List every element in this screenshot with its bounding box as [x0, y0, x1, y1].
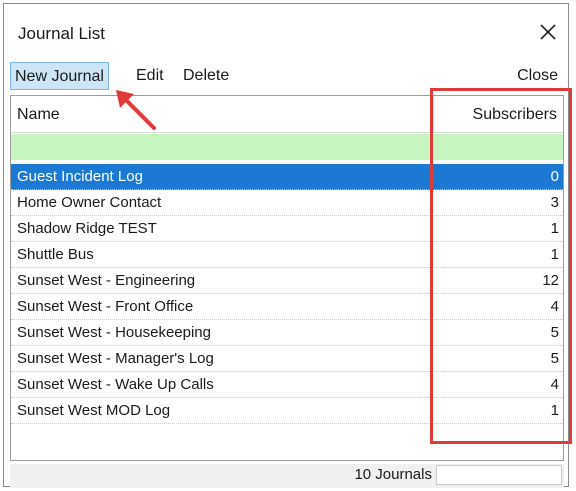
subscriber-count: 4: [550, 376, 559, 393]
column-divider[interactable]: [433, 96, 434, 132]
journal-name: Sunset West - Manager's Log: [17, 350, 214, 367]
table-row[interactable]: Home Owner Contact 3: [11, 190, 563, 216]
list-rows: Guest Incident Log 0 Home Owner Contact 3 Sh…: [11, 164, 563, 424]
title-bar: Journal List: [4, 4, 568, 56]
table-row[interactable]: Guest Incident Log 0: [11, 164, 563, 190]
journal-name: Sunset West MOD Log: [17, 402, 171, 419]
close-icon[interactable]: [536, 20, 560, 44]
table-row[interactable]: Sunset West - Front Office 4: [11, 294, 563, 320]
list-header: Name Subscribers: [11, 96, 563, 133]
window-title: Journal List: [18, 24, 105, 43]
column-header-name[interactable]: Name: [17, 106, 60, 124]
table-row[interactable]: Shadow Ridge TEST 1: [11, 216, 563, 242]
journal-count: 10 Journals: [354, 466, 432, 483]
table-row[interactable]: Sunset West - Housekeeping 5: [11, 320, 563, 346]
journal-name: Sunset West - Housekeeping: [17, 324, 211, 341]
status-field: [436, 465, 562, 485]
new-journal-button[interactable]: New Journal: [10, 62, 109, 90]
journal-name: Sunset West - Engineering: [17, 272, 196, 289]
filter-row[interactable]: [11, 134, 563, 160]
subscriber-count: 4: [550, 298, 559, 315]
table-row[interactable]: Sunset West MOD Log 1: [11, 398, 563, 424]
table-row[interactable]: Sunset West - Engineering 12: [11, 268, 563, 294]
status-bar: 10 Journals: [10, 464, 564, 488]
journal-name: Sunset West - Wake Up Calls: [17, 376, 214, 393]
journal-list-window: Journal List New Journal Edit Delete Clo…: [3, 3, 569, 488]
subscriber-count: 12: [542, 272, 559, 289]
subscriber-count: 5: [550, 350, 559, 367]
journal-name: Sunset West - Front Office: [17, 298, 194, 315]
subscriber-count: 0: [550, 168, 559, 185]
menu-bar: New Journal Edit Delete Close: [4, 56, 568, 94]
journal-list[interactable]: Name Subscribers Guest Incident Log 0 Home…: [10, 95, 564, 461]
journal-name: Shadow Ridge TEST: [17, 220, 157, 237]
edit-button[interactable]: Edit: [132, 62, 168, 90]
column-header-subscribers[interactable]: Subscribers: [473, 106, 557, 124]
subscriber-count: 3: [550, 194, 559, 211]
delete-button[interactable]: Delete: [179, 62, 233, 90]
subscriber-count: 1: [550, 246, 559, 263]
close-button[interactable]: Close: [513, 62, 562, 90]
table-row[interactable]: Sunset West - Wake Up Calls 4: [11, 372, 563, 398]
subscriber-count: 1: [550, 402, 559, 419]
subscriber-count: 5: [550, 324, 559, 341]
table-row[interactable]: Sunset West - Manager's Log 5: [11, 346, 563, 372]
journal-name: Guest Incident Log: [17, 168, 143, 185]
subscriber-count: 1: [550, 220, 559, 237]
journal-name: Home Owner Contact: [17, 194, 162, 211]
table-row[interactable]: Shuttle Bus 1: [11, 242, 563, 268]
journal-name: Shuttle Bus: [17, 246, 94, 263]
